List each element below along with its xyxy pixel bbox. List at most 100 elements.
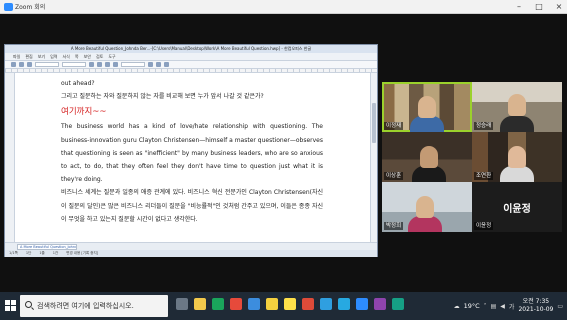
participant-figure — [500, 166, 534, 182]
toolbar-button-icon[interactable] — [113, 62, 118, 67]
participant-face — [416, 196, 434, 218]
status-item: 1/1쪽 — [9, 251, 18, 255]
chrome-icon[interactable] — [266, 298, 278, 310]
paragraph: The business world has a kind of love/ha… — [61, 123, 323, 184]
toolbar-button-icon[interactable] — [89, 62, 94, 67]
hwp-icon[interactable] — [320, 298, 332, 310]
minimize-button[interactable]: – — [514, 1, 524, 12]
participant-figure — [500, 116, 534, 132]
participant-figure — [412, 166, 446, 182]
ime-indicator[interactable]: 가 — [509, 302, 515, 311]
edge-icon[interactable] — [212, 298, 224, 310]
screen: Zoom 회의 – □ × A More Beautiful Question_… — [0, 0, 567, 320]
notification-icon[interactable]: ▭ — [557, 303, 563, 310]
search-placeholder: 검색하려면 여기에 입력하십시오. — [37, 302, 134, 310]
menu-item[interactable]: 보기 — [38, 53, 45, 60]
close-button[interactable]: × — [554, 1, 564, 12]
status-item: 1줄 — [39, 251, 45, 255]
document-window: A More Beautiful Question_Johnda Ber...-… — [4, 44, 378, 257]
font-select[interactable] — [62, 62, 86, 67]
participant-face — [508, 146, 526, 168]
toolbar-button-icon[interactable] — [19, 62, 24, 67]
participant-name: 조연환 — [474, 172, 494, 180]
menu-item[interactable]: 파일 — [13, 53, 20, 60]
document-tabs: A More Beautiful Question_Johnda — [5, 242, 377, 250]
document-title-bar: A More Beautiful Question_Johnda Ber...-… — [5, 45, 377, 53]
menu-item[interactable]: 검토 — [96, 53, 103, 60]
menu-item[interactable]: 편집 — [25, 53, 32, 60]
status-item: 1단 — [25, 251, 32, 255]
toolbar-button-icon[interactable] — [105, 62, 110, 67]
participant-name: 이윤정 — [474, 222, 494, 230]
kakaotalk-icon[interactable] — [284, 298, 296, 310]
app-icon[interactable] — [230, 298, 242, 310]
window-title: Zoom 회의 — [15, 4, 46, 11]
participant-name: 이상훈 — [384, 172, 404, 180]
toolbar-button-icon[interactable] — [11, 62, 16, 67]
weather-icon[interactable]: ☁ — [454, 303, 460, 310]
participant-video[interactable]: 이윤정 이윤정 — [472, 182, 562, 232]
left-margin — [5, 73, 15, 242]
paragraph: out ahead? — [61, 80, 95, 87]
participant-figure — [408, 216, 442, 232]
participant-name: 박정희 — [384, 222, 404, 230]
vertical-scrollbar[interactable] — [370, 73, 377, 242]
file-explorer-icon[interactable] — [194, 298, 206, 310]
clock[interactable]: 오전 7:35 2021-10-09 — [518, 298, 553, 314]
ruler — [5, 69, 377, 73]
participant-name-placeholder: 이윤정 — [503, 204, 531, 215]
paragraph: 비즈니스 세계는 질문과 일종의 애증 관계에 있다. 비즈니스 혁신 전문가인… — [61, 189, 323, 223]
participant-figure — [410, 116, 444, 132]
zoom-icon[interactable] — [356, 298, 368, 310]
participant-video[interactable]: 정승래 — [472, 82, 562, 132]
app-icon[interactable] — [374, 298, 386, 310]
system-tray: ☁ 19°C ˄ ▤ ◀ 가 오전 7:35 2021-10-09 ▭ — [454, 292, 563, 320]
status-item: 1칸 — [52, 251, 59, 255]
chevron-up-icon[interactable]: ˄ — [484, 303, 487, 310]
app-icon[interactable] — [302, 298, 314, 310]
menu-item[interactable]: 보안 — [84, 53, 91, 60]
zoom-title-bar: Zoom 회의 – □ × — [0, 0, 567, 14]
participant-name: 이정재 — [384, 122, 404, 130]
app-icon[interactable] — [248, 298, 260, 310]
zoom-logo-icon — [4, 3, 13, 11]
size-select[interactable] — [121, 62, 145, 67]
participant-face — [508, 94, 526, 116]
taskbar-search-box[interactable]: 검색하려면 여기에 입력하십시오. — [20, 295, 168, 317]
toolbar-button-icon[interactable] — [27, 62, 32, 67]
menu-item[interactable]: 도구 — [108, 53, 115, 60]
paragraph: 그리고 질문하는 자와 질문하지 않는 자를 비교해 보면 누가 앞서 나갈 것… — [61, 93, 264, 101]
windows-start-icon[interactable] — [5, 300, 16, 311]
participant-name: 정승래 — [474, 122, 494, 130]
app-icon[interactable] — [338, 298, 350, 310]
clock-time: 오전 7:35 — [522, 298, 550, 305]
temperature[interactable]: 19°C — [464, 302, 480, 310]
task-view-icon[interactable] — [176, 298, 188, 310]
toolbar-button-icon[interactable] — [164, 62, 169, 67]
maximize-button[interactable]: □ — [534, 1, 544, 12]
app-icon[interactable] — [392, 298, 404, 310]
participant-video[interactable]: 조연환 — [472, 132, 562, 182]
participant-face — [418, 96, 436, 118]
toolbar-button-icon[interactable] — [148, 62, 153, 67]
participant-video[interactable]: 이상훈 — [382, 132, 472, 182]
taskbar: 검색하려면 여기에 입력하십시오. ☁ 19°C ˄ ▤ ◀ 가 오전 7:35… — [0, 292, 567, 320]
volume-icon[interactable]: ◀ — [500, 303, 505, 310]
document-page[interactable]: out ahead? 그리고 질문하는 자와 질문하지 않는 자를 비교해 보면… — [57, 75, 327, 240]
red-note: 여기까지~~ — [61, 107, 107, 118]
menu-item[interactable]: 입력 — [50, 53, 57, 60]
document-menu: 파일 편집 보기 입력 서식 쪽 보안 검토 도구 — [5, 53, 377, 61]
toolbar-button-icon[interactable] — [97, 62, 102, 67]
participant-face — [420, 146, 438, 168]
status-bar: 1/1쪽 1단 1줄 1칸 변경 내용 [기록 중지] — [5, 250, 377, 257]
menu-item[interactable]: 쪽 — [75, 53, 79, 60]
style-select[interactable] — [35, 62, 59, 67]
toolbar — [5, 61, 377, 69]
toolbar-button-icon[interactable] — [156, 62, 161, 67]
search-icon — [25, 301, 32, 308]
scrollbar-thumb[interactable] — [372, 103, 376, 143]
participant-video[interactable]: 박정희 — [382, 182, 472, 232]
menu-item[interactable]: 서식 — [63, 53, 70, 60]
participant-video[interactable]: 이정재 — [382, 82, 472, 132]
network-icon[interactable]: ▤ — [491, 303, 497, 310]
